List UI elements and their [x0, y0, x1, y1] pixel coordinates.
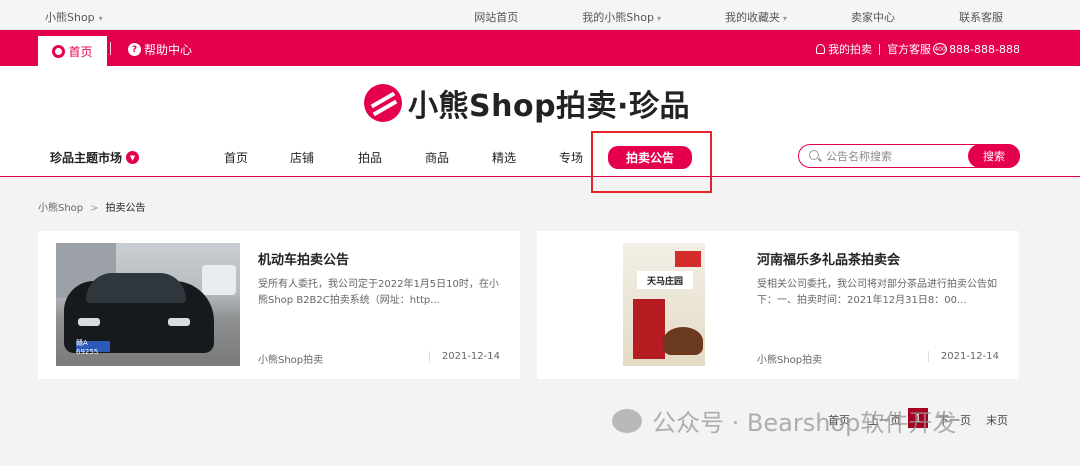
wechat-icon — [612, 408, 642, 433]
right-info: 我的拍卖 官方客服 400 888-888-888 — [816, 41, 1020, 57]
header-underline — [0, 175, 1080, 177]
announcement-thumbnail[interactable]: 赣A 69255 — [56, 243, 240, 366]
breadcrumb: 小熊Shop > 拍卖公告 — [38, 199, 146, 214]
top-link-contact[interactable]: 联系客服 — [927, 9, 1003, 25]
theme-market-label: 珍品主题市场 — [50, 151, 123, 165]
announcement-date: 2021-12-14 — [428, 351, 500, 362]
chevron-down-icon: ▾ — [98, 14, 103, 23]
breadcrumb-root[interactable]: 小熊Shop — [38, 203, 83, 214]
nav-featured[interactable]: 精选 — [492, 149, 516, 166]
chevron-down-icon: ▼ — [126, 151, 140, 164]
announcement-card[interactable]: 天马庄园 河南福乐多礼品茶拍卖会 受相关公司委托，我公司将对部分茶品进行拍卖公告… — [537, 231, 1019, 379]
phone-icon: 400 — [933, 43, 948, 55]
home-logo-icon — [52, 44, 66, 58]
announcement-thumbnail[interactable]: 天马庄园 — [555, 243, 739, 366]
license-plate: 赣A 69255 — [76, 339, 110, 356]
watermark: 公众号 · Bearshop软件开发 — [612, 403, 956, 438]
user-icon — [816, 44, 826, 54]
site-logo[interactable]: 小熊Shop拍卖·珍品 — [364, 81, 690, 125]
breadcrumb-current: 拍卖公告 — [105, 203, 146, 214]
top-link-my-shop[interactable]: 我的小熊Shop ▾ — [550, 9, 661, 25]
nav-home[interactable]: 首页 — [224, 149, 248, 166]
top-link-home[interactable]: 网站首页 — [442, 9, 518, 25]
announcement-desc: 受所有人委托，我公司定于2022年1月5日10时，在小熊Shop B2B2C拍卖… — [258, 279, 499, 306]
announcement-source: 小熊Shop拍卖 — [258, 355, 324, 366]
tab-home-label: 首页 — [68, 44, 93, 59]
service-phone: 888-888-888 — [949, 42, 1020, 56]
page-last[interactable]: 末页 — [986, 412, 1008, 428]
my-auction-link[interactable]: 我的拍卖 — [828, 41, 872, 57]
nav-goods[interactable]: 商品 — [425, 149, 449, 166]
help-icon: ? — [128, 43, 141, 56]
tab-help-center[interactable]: ? 帮助中心 — [128, 41, 192, 58]
top-link-seller-center[interactable]: 卖家中心 — [819, 9, 895, 25]
highlight-box — [591, 131, 712, 193]
nav-stores[interactable]: 店铺 — [290, 149, 314, 166]
announcement-title[interactable]: 河南福乐多礼品茶拍卖会 — [757, 249, 900, 268]
product-label: 天马庄园 — [637, 271, 693, 289]
main-red-bar: 首页 ? 帮助中心 我的拍卖 官方客服 400 888-888-888 — [0, 30, 1080, 66]
divider — [879, 43, 881, 55]
nav-lots[interactable]: 拍品 — [358, 149, 382, 166]
announcement-source: 小熊Shop拍卖 — [757, 355, 823, 366]
logo-text: 小熊Shop拍卖·珍品 — [408, 89, 690, 124]
chevron-down-icon: ▾ — [656, 14, 661, 23]
shop-switcher[interactable]: 小熊Shop ▾ — [45, 9, 103, 25]
shop-name: 小熊Shop — [45, 11, 95, 24]
theme-market-dropdown[interactable]: 珍品主题市场 ▼ — [50, 149, 140, 166]
watermark-text: 公众号 · Bearshop软件开发 — [652, 409, 957, 437]
top-link-favorites[interactable]: 我的收藏夹 ▾ — [693, 9, 787, 25]
announcement-card[interactable]: 赣A 69255 机动车拍卖公告 受所有人委托，我公司定于2022年1月5日10… — [38, 231, 520, 379]
announcement-desc: 受相关公司委托，我公司将对部分茶品进行拍卖公告如下：一、拍卖时间：2021年12… — [757, 279, 997, 306]
logo-mark-icon — [364, 84, 402, 122]
top-utility-bar: 小熊Shop ▾ 网站首页 我的小熊Shop ▾ 我的收藏夹 ▾ 卖家中心 联系客服 — [0, 0, 1080, 30]
search-button[interactable]: 搜索 — [968, 143, 1020, 168]
chevron-down-icon: ▾ — [782, 14, 787, 23]
site-header: 小熊Shop拍卖·珍品 珍品主题市场 ▼ 首页 店铺 拍品 商品 精选 专场 拍… — [0, 66, 1080, 193]
nav-special[interactable]: 专场 — [559, 149, 583, 166]
breadcrumb-separator: > — [90, 203, 99, 214]
top-links: 网站首页 我的小熊Shop ▾ 我的收藏夹 ▾ 卖家中心 联系客服 — [410, 9, 1003, 25]
divider — [110, 42, 111, 55]
search-input[interactable] — [826, 148, 966, 164]
search-icon — [809, 150, 819, 160]
tab-home[interactable]: 首页 — [38, 36, 107, 66]
announcement-date: 2021-12-14 — [927, 351, 999, 362]
tab-help-label: 帮助中心 — [144, 43, 193, 57]
service-label: 官方客服 — [887, 43, 932, 56]
search-box: 搜索 — [798, 143, 1020, 168]
announcement-title[interactable]: 机动车拍卖公告 — [258, 249, 349, 268]
